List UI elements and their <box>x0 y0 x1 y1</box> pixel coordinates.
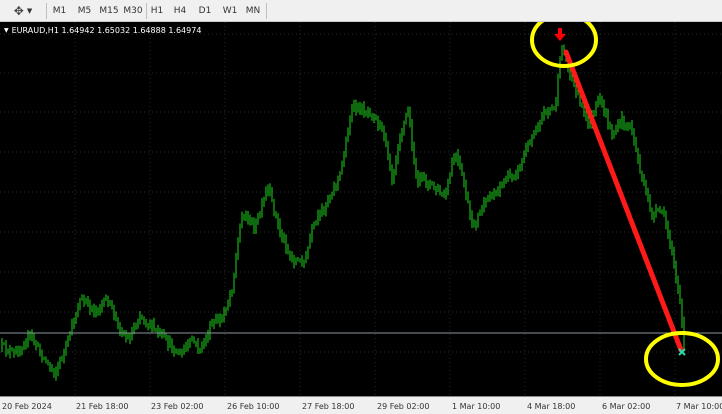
timeframe-mn-button[interactable]: MN <box>242 3 264 19</box>
timeframe-h4-button[interactable]: H4 <box>170 3 190 19</box>
chart-legend: ▼ EURAUD,H1 1.64942 1.65032 1.64888 1.649… <box>4 26 201 35</box>
timeframe-m30-button[interactable]: M30 <box>121 3 145 19</box>
sell-arrow-icon <box>554 28 566 41</box>
chart-grid <box>0 22 722 396</box>
time-axis: 20 Feb 2024 21 Feb 18:00 23 Feb 02:00 26… <box>0 396 722 414</box>
timeframe-m1-button[interactable]: M1 <box>48 3 71 19</box>
drawing-tools-button[interactable]: ✥ ▼ <box>4 2 42 19</box>
highlight-circle-bottom <box>644 331 720 387</box>
highlight-circle-top <box>530 22 598 68</box>
x-tick-label: 7 Mar 10:00 <box>676 402 722 411</box>
x-tick-label: 23 Feb 02:00 <box>151 402 204 411</box>
timeframe-m5-button[interactable]: M5 <box>73 3 96 19</box>
timeframe-h1-button[interactable]: H1 <box>147 3 167 19</box>
drawing-tools-icon: ✥ <box>13 3 24 18</box>
toolbar: ✥ ▼ M1 M5 M15 M30 H1 H4 D1 W1 MN <box>0 0 722 22</box>
x-tick-label: 20 Feb 2024 <box>2 402 52 411</box>
toolbar-separator <box>46 3 47 19</box>
trend-line[interactable] <box>563 49 684 353</box>
chevron-down-icon: ▼ <box>26 6 33 15</box>
x-tick-label: 6 Mar 02:00 <box>602 402 651 411</box>
legend-arrow-icon: ▼ <box>4 27 9 34</box>
x-tick-label: 27 Feb 18:00 <box>302 402 355 411</box>
toolbar-separator <box>266 3 267 19</box>
legend-text: EURAUD,H1 1.64942 1.65032 1.64888 1.6497… <box>11 26 202 35</box>
timeframe-d1-button[interactable]: D1 <box>195 3 215 19</box>
timeframe-m15-button[interactable]: M15 <box>97 3 121 19</box>
price-chart[interactable] <box>0 22 722 396</box>
timeframe-w1-button[interactable]: W1 <box>220 3 240 19</box>
x-tick-label: 4 Mar 18:00 <box>527 402 576 411</box>
x-tick-label: 21 Feb 18:00 <box>76 402 129 411</box>
x-tick-label: 1 Mar 10:00 <box>452 402 501 411</box>
x-tick-label: 29 Feb 02:00 <box>377 402 430 411</box>
x-tick-label: 26 Feb 10:00 <box>227 402 280 411</box>
